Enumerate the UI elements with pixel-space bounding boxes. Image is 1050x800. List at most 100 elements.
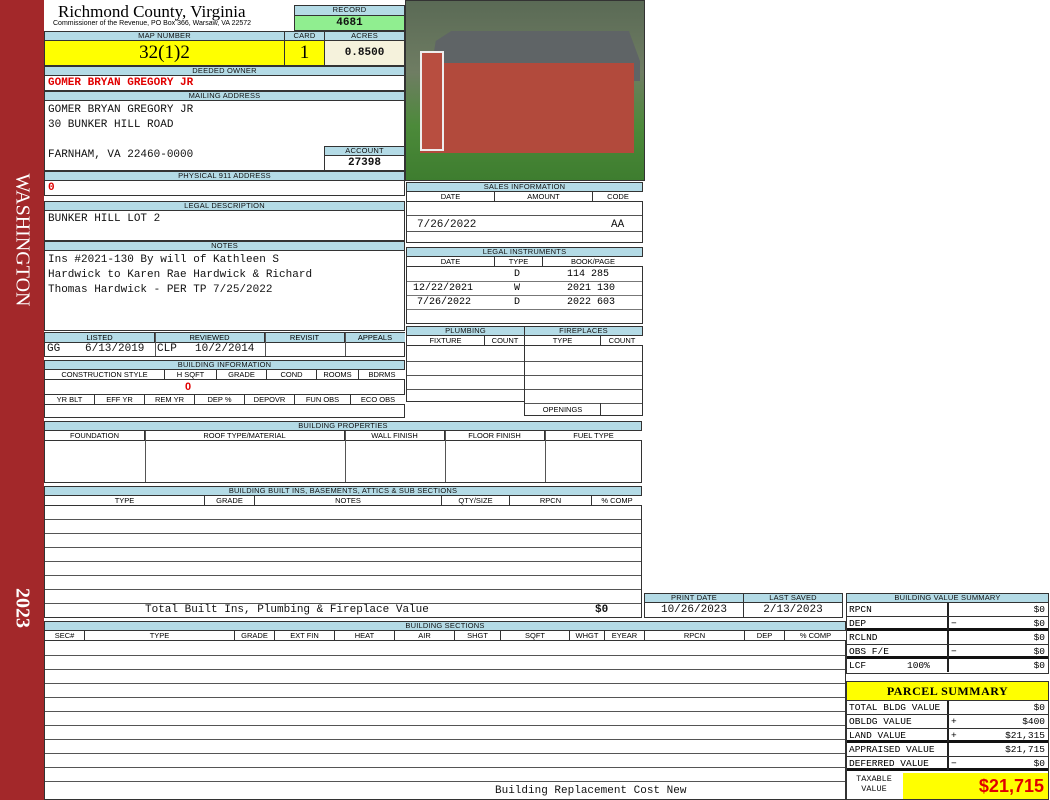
col-eyear: EYEAR <box>605 631 645 641</box>
parcel-row-obldg: OBLDG VALUE $400 + <box>847 715 1048 729</box>
col-reviewed: REVIEWED <box>155 333 265 343</box>
property-photo <box>405 0 645 181</box>
fireplaces-table: TYPE COUNT OPENINGS <box>524 335 643 416</box>
tax-year: 2023 <box>11 588 34 628</box>
col-shgt: SHGT <box>455 631 501 641</box>
value-summary-table: RPCN $0 DEP $0− RCLND $0 OBS F/E $0− LCF 100%… <box>846 602 1049 674</box>
notes: Ins #2021-130 By will of Kathleen S Hard… <box>44 250 405 331</box>
col-date: DATE <box>407 192 495 202</box>
col-heat: HEAT <box>335 631 395 641</box>
row-divider <box>45 697 845 698</box>
summary-row-rclnd: RCLND $0 <box>847 631 1048 645</box>
mail-line: GOMER BRYAN GREGORY JR <box>48 104 194 116</box>
col-air: AIR <box>395 631 455 641</box>
note-line: Hardwick to Karen Rae Hardwick & Richard <box>48 269 313 281</box>
replacement-cost-label: Building Replacement Cost New <box>495 785 687 797</box>
record-number: 4681 <box>294 15 405 31</box>
row-divider <box>45 753 845 754</box>
parcel-summary-label: PARCEL SUMMARY <box>846 681 1049 701</box>
col-foundation: FOUNDATION <box>45 431 145 441</box>
card-number: 1 <box>284 40 325 66</box>
taxable-value-label: TAXABLE VALUE <box>856 774 892 794</box>
map-number: 32(1)2 <box>44 40 285 66</box>
col-dep-pct: DEP % <box>195 394 245 405</box>
col-sec-: SEC# <box>45 631 85 641</box>
sale-date: 7/26/2022 <box>417 219 477 231</box>
col-dep: DEP <box>745 631 785 641</box>
openings-label: OPENINGS <box>525 403 601 416</box>
col-notes: NOTES <box>255 496 442 506</box>
col-qty: QTY/SIZE <box>442 496 510 506</box>
summary-row-dep: DEP $0− <box>847 617 1048 631</box>
col--comp: % COMP <box>785 631 846 641</box>
col-code: CODE <box>593 192 643 202</box>
district-sidebar: WASHINGTON 2023 <box>0 0 44 800</box>
instrument-row: D 114 285 <box>407 268 642 282</box>
col-date: DATE <box>407 257 495 267</box>
county-title: Richmond County, Virginia <box>58 2 246 21</box>
account-number: 27398 <box>324 155 405 171</box>
col-sqft: SQFT <box>501 631 570 641</box>
col-eff-yr: EFF YR <box>95 394 145 405</box>
col-rooms: ROOMS <box>317 370 359 380</box>
summary-row-obs: OBS F/E $0− <box>847 645 1048 659</box>
instrument-row: 7/26/2022 D 2022 603 <box>407 296 642 310</box>
parcel-row-deferred: DEFERRED VALUE $0− <box>847 757 1048 771</box>
col-fuel-type: FUEL TYPE <box>545 431 642 441</box>
col-yr-blt: YR BLT <box>45 394 95 405</box>
row-divider <box>45 739 845 740</box>
summary-row-rpcn: RPCN $0 <box>847 603 1048 617</box>
col-rpcn: RPCN <box>645 631 745 641</box>
col-comp: % COMP <box>592 496 642 506</box>
builtins-total: $0 <box>595 604 609 616</box>
shed-wall <box>420 63 634 153</box>
district-name: WASHINGTON <box>11 173 34 307</box>
row-divider <box>45 711 845 712</box>
col-floor-finish: FLOOR FINISH <box>445 431 545 441</box>
col-wall-finish: WALL FINISH <box>345 431 445 441</box>
acres-value: 0.8500 <box>324 40 405 66</box>
row-divider <box>45 781 845 782</box>
row-divider <box>45 767 845 768</box>
last-saved: 2/13/2023 <box>743 602 843 618</box>
building-info-table: CONSTRUCTION STYLE H SQFT GRADE COND ROO… <box>44 369 405 418</box>
col-bookpage: BOOK/PAGE <box>543 257 643 267</box>
parcel-summary-table: TOTAL BLDG VALUE $0 OBLDG VALUE $400 + LAND… <box>846 700 1049 800</box>
print-date: 10/26/2023 <box>644 602 744 618</box>
col-grade: GRADE <box>205 496 255 506</box>
col-revisit: REVISIT <box>265 333 345 343</box>
row-divider <box>45 669 845 670</box>
col-rpcn: RPCN <box>510 496 592 506</box>
row-divider <box>45 683 845 684</box>
col-grade: GRADE <box>217 370 267 380</box>
summary-row-lcf: LCF 100% $0 <box>847 659 1048 673</box>
parcel-row-total-bldg: TOTAL BLDG VALUE $0 <box>847 701 1048 715</box>
listed-date: 6/13/2019 <box>85 343 145 355</box>
col-type: TYPE <box>85 631 235 641</box>
plumbing-table: FIXTURE COUNT <box>406 335 525 402</box>
col-ext-fin: EXT FIN <box>275 631 335 641</box>
col-construction-style: CONSTRUCTION STYLE <box>45 370 165 380</box>
col-roof: ROOF TYPE/MATERIAL <box>145 431 345 441</box>
col-type: TYPE <box>495 257 543 267</box>
parcel-row-appraised: APPRAISED VALUE $21,715 <box>847 743 1048 757</box>
note-line: Thomas Hardwick - PER TP 7/25/2022 <box>48 284 273 296</box>
col-appeals: APPEALS <box>345 333 405 343</box>
col-fun-obs: FUN OBS <box>295 394 351 405</box>
col-fixture: FIXTURE <box>407 336 485 346</box>
parcel-row-land: LAND VALUE $21,315 + <box>847 729 1048 743</box>
row-divider <box>45 655 845 656</box>
col-rem-yr: REM YR <box>145 394 195 405</box>
shed-door <box>420 51 444 151</box>
col-bdrms: BDRMS <box>359 370 405 380</box>
instrument-row: 12/22/2021 W 2021 130 <box>407 282 642 296</box>
col-depovr: DEPOVR <box>245 394 295 405</box>
legal-description: BUNKER HILL LOT 2 <box>44 210 405 241</box>
row-divider <box>45 725 845 726</box>
col-count: COUNT <box>601 336 643 346</box>
hsqft-value: 0 <box>185 381 192 393</box>
building-properties-table: FOUNDATION ROOF TYPE/MATERIAL WALL FINIS… <box>44 430 642 483</box>
builtins-total-label: Total Built Ins, Plumbing & Fireplace Va… <box>145 604 429 616</box>
col-whgt: WHGT <box>570 631 605 641</box>
col-type: TYPE <box>45 496 205 506</box>
